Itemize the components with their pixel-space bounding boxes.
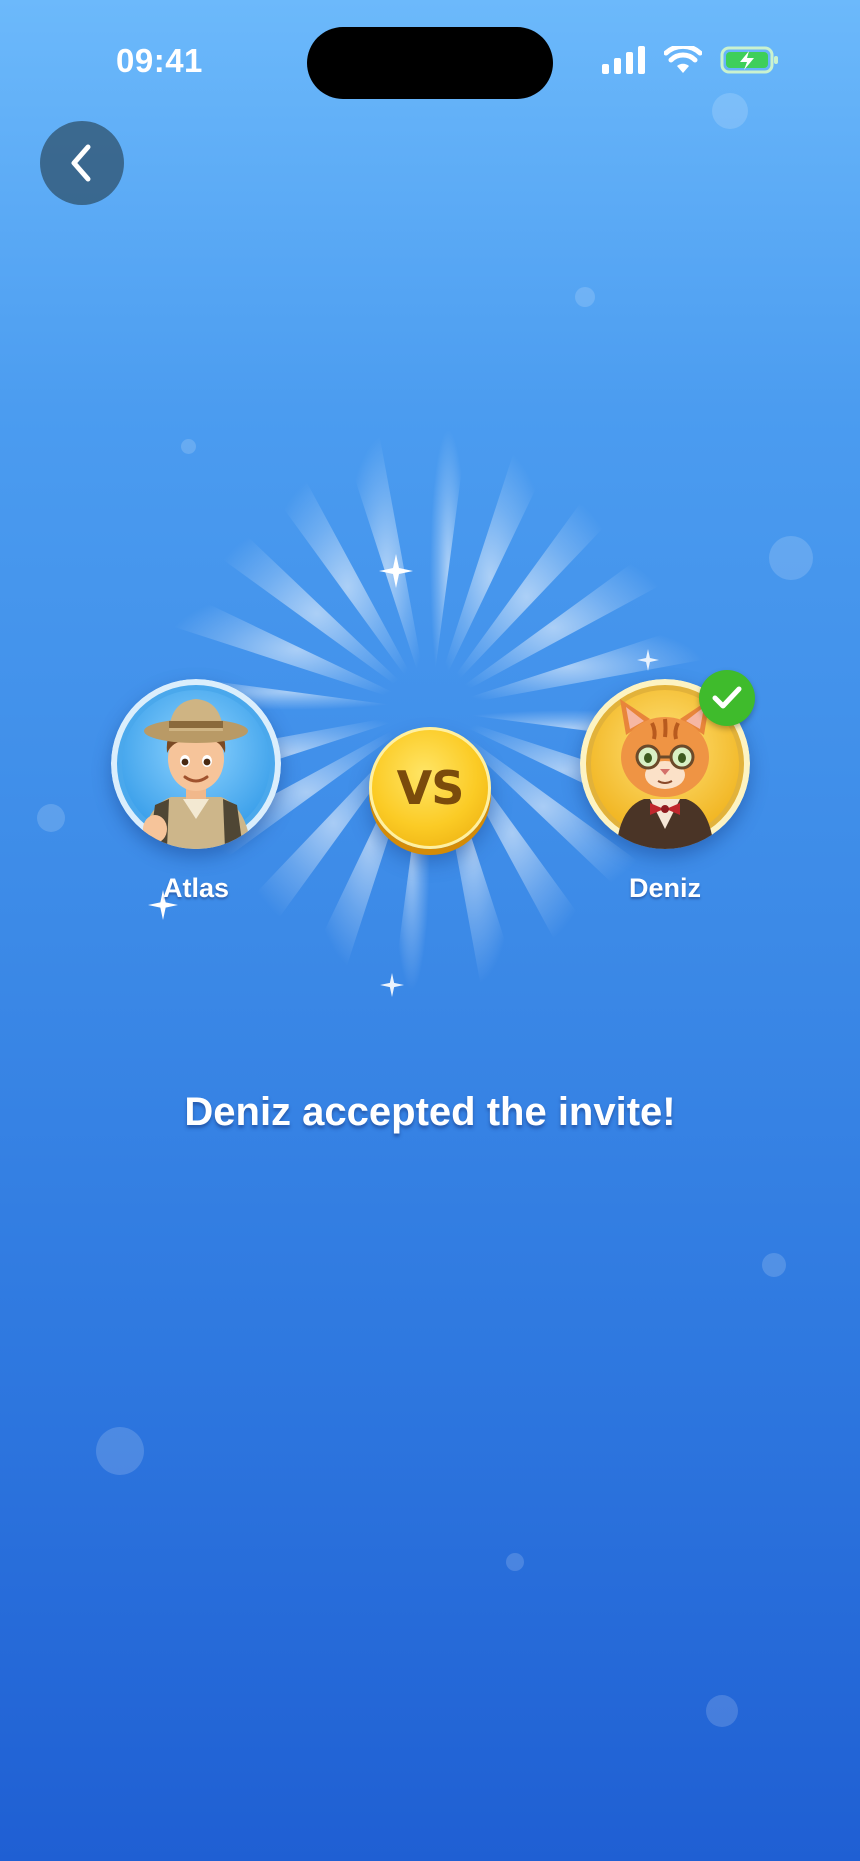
bokeh-dot xyxy=(712,93,748,129)
bokeh-dot xyxy=(96,1427,144,1475)
accepted-check-badge xyxy=(699,670,755,726)
vs-label: VS xyxy=(396,761,465,815)
wifi-icon xyxy=(664,46,702,73)
sparkle-icon xyxy=(380,973,404,997)
status-icons xyxy=(602,45,780,75)
sparkle-icon xyxy=(379,554,413,588)
signal-icon xyxy=(602,46,645,74)
sparkle-icon xyxy=(637,649,659,671)
bokeh-dot xyxy=(706,1695,738,1727)
status-time: 09:41 xyxy=(116,42,203,79)
player-name-deniz: Deniz xyxy=(628,873,701,903)
invite-status-message: Deniz accepted the invite! xyxy=(184,1090,676,1134)
vs-coin: VS xyxy=(369,727,491,849)
explorer-boy-avatar[interactable] xyxy=(111,679,281,849)
bokeh-dot xyxy=(762,1253,786,1277)
back-button[interactable] xyxy=(40,121,124,205)
battery-charging-icon xyxy=(720,46,778,74)
player-name-atlas: Atlas xyxy=(162,873,230,903)
bokeh-dot xyxy=(769,536,813,580)
chevron-left-icon xyxy=(71,144,91,182)
check-icon xyxy=(712,686,742,709)
bokeh-dot xyxy=(37,804,65,832)
dynamic-island xyxy=(307,27,553,99)
bokeh-dot xyxy=(575,287,595,307)
bokeh-dot xyxy=(506,1553,524,1571)
